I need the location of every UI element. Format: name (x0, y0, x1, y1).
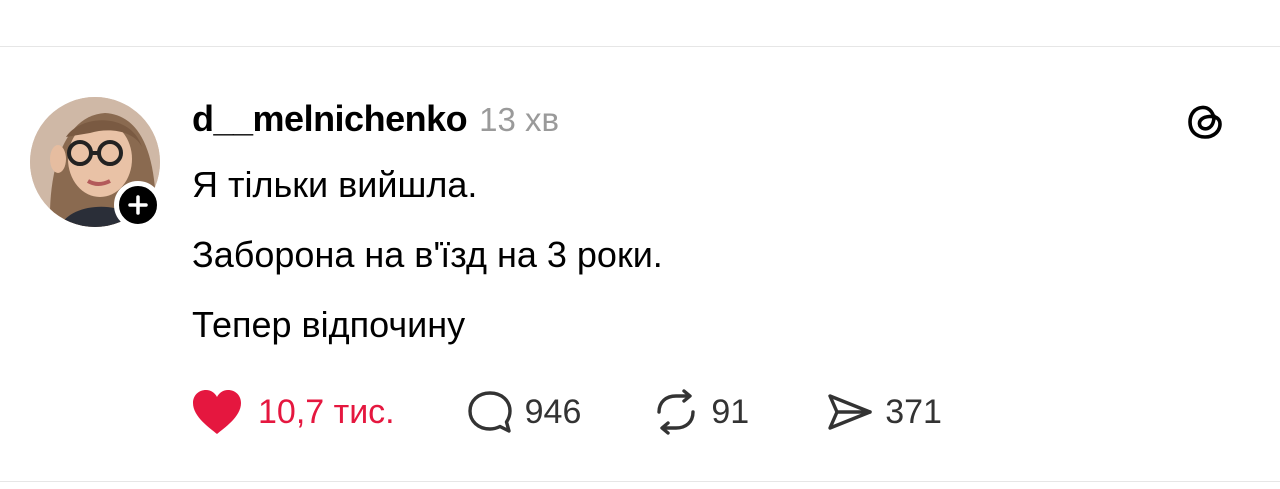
post-timestamp: 13 хв (479, 101, 559, 138)
share-count: 371 (885, 392, 942, 431)
reply-count: 946 (524, 392, 582, 431)
avatar-container[interactable] (30, 97, 162, 229)
post-text-line-3: Тепер відпочину (192, 304, 466, 345)
reply-button[interactable]: 946 (465, 388, 582, 436)
paper-plane-icon (828, 394, 872, 430)
share-button[interactable]: 371 (825, 388, 942, 436)
threads-logo-icon[interactable] (1183, 98, 1229, 144)
speech-bubble-icon (467, 391, 512, 433)
post-text-line-2: Заборона на в'їзд на 3 роки. (192, 234, 663, 275)
repost-button[interactable]: 91 (651, 388, 749, 436)
username[interactable]: d__melnichenko (192, 98, 468, 140)
bottom-divider (0, 481, 1280, 482)
like-button[interactable]: 10,7 тис. (190, 388, 395, 436)
follow-button[interactable] (114, 181, 162, 229)
repost-count: 91 (711, 392, 750, 431)
action-bar: 10,7 тис. 946 91 371 (190, 386, 942, 438)
like-count: 10,7 тис. (258, 392, 395, 431)
post-header: d__melnichenko 13 хв (192, 98, 559, 142)
post-text-line-1: Я тільки вийшла. (192, 164, 478, 205)
heart-filled-icon (193, 390, 241, 434)
top-divider (0, 46, 1280, 47)
repost-arrows-icon (657, 389, 696, 435)
plus-icon (128, 195, 148, 215)
